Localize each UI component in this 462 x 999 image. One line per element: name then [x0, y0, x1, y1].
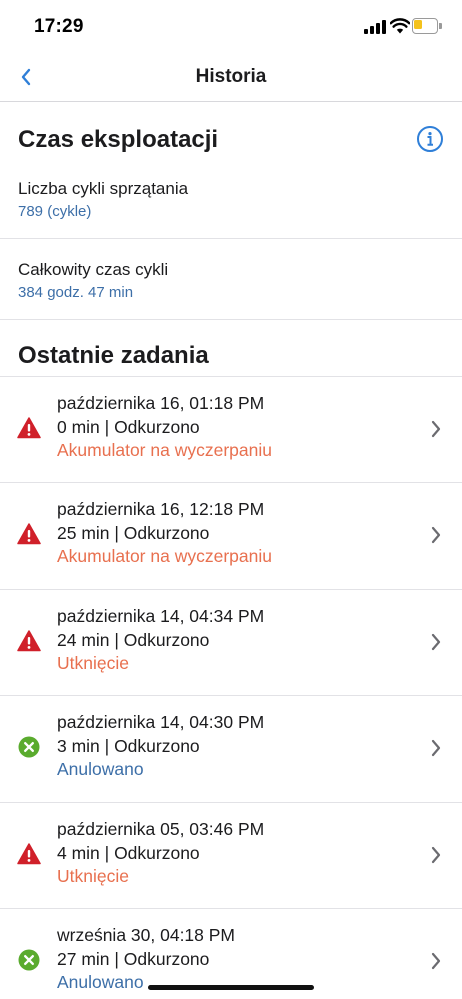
chevron-right-icon [430, 632, 442, 652]
home-indicator [148, 985, 314, 990]
wifi-icon [390, 18, 410, 34]
total-time-value: 384 godz. 47 min [18, 284, 134, 301]
cycles-count-stat: Liczba cykli sprzątania 789 (cykle) [0, 178, 462, 238]
task-row[interactable]: października 05, 03:46 PM 4 min | Odkurzo… [0, 803, 462, 909]
cancelled-icon [17, 735, 41, 759]
task-date: października 05, 03:46 PM [57, 819, 265, 839]
page-title: Historia [195, 66, 267, 87]
task-status: Utknięcie [57, 653, 129, 673]
task-status: Anulowano [57, 972, 144, 992]
cellular-signal-icon [364, 20, 386, 34]
info-button[interactable] [416, 125, 444, 153]
task-row[interactable]: października 14, 04:34 PM 24 min | Odkurz… [0, 590, 462, 696]
status-time: 17:29 [34, 16, 84, 37]
history-screen: 17:29 Historia Czas eksploatacji Liczba … [0, 0, 462, 999]
chevron-right-icon [430, 525, 442, 545]
chevron-right-icon [430, 738, 442, 758]
chevron-right-icon [430, 419, 442, 439]
task-summary: 3 min | Odkurzono [57, 736, 200, 756]
task-status: Akumulator na wyczerpaniu [57, 440, 272, 460]
info-icon [417, 126, 443, 152]
task-date: października 16, 12:18 PM [57, 499, 265, 519]
chevron-right-icon [430, 845, 442, 865]
chevron-right-icon [430, 951, 442, 971]
divider [0, 319, 462, 320]
total-time-label: Całkowity czas cykli [18, 260, 169, 279]
task-summary: 0 min | Odkurzono [57, 417, 200, 437]
task-status: Utknięcie [57, 866, 129, 886]
warning-icon [17, 629, 41, 653]
warning-icon [17, 522, 41, 546]
task-summary: 25 min | Odkurzono [57, 523, 210, 543]
battery-icon [412, 18, 442, 34]
recent-tasks-section-title: Ostatnie zadania [18, 342, 209, 369]
navigation-bar: Historia [0, 54, 462, 102]
total-time-stat: Całkowity czas cykli 384 godz. 47 min [0, 259, 462, 319]
task-date: października 14, 04:34 PM [57, 606, 265, 626]
divider [0, 238, 462, 239]
task-summary: 27 min | Odkurzono [57, 949, 210, 969]
task-row[interactable]: października 16, 12:18 PM 25 min | Odkurz… [0, 483, 462, 589]
task-date: września 30, 04:18 PM [57, 925, 236, 945]
task-summary: 4 min | Odkurzono [57, 843, 200, 863]
task-status: Anulowano [57, 759, 144, 779]
task-date: października 16, 01:18 PM [57, 393, 265, 413]
cancelled-icon [17, 948, 41, 972]
usage-section-title: Czas eksploatacji [18, 126, 219, 153]
task-date: października 14, 04:30 PM [57, 712, 265, 732]
task-row[interactable]: października 16, 01:18 PM 0 min | Odkurzo… [0, 377, 462, 483]
warning-icon [17, 842, 41, 866]
cycles-count-label: Liczba cykli sprzątania [18, 179, 189, 198]
task-row[interactable]: października 14, 04:30 PM 3 min | Odkurzo… [0, 696, 462, 802]
task-summary: 24 min | Odkurzono [57, 630, 210, 650]
status-bar: 17:29 [0, 0, 462, 54]
warning-icon [17, 416, 41, 440]
task-status: Akumulator na wyczerpaniu [57, 546, 272, 566]
cycles-count-value: 789 (cykle) [18, 203, 92, 220]
